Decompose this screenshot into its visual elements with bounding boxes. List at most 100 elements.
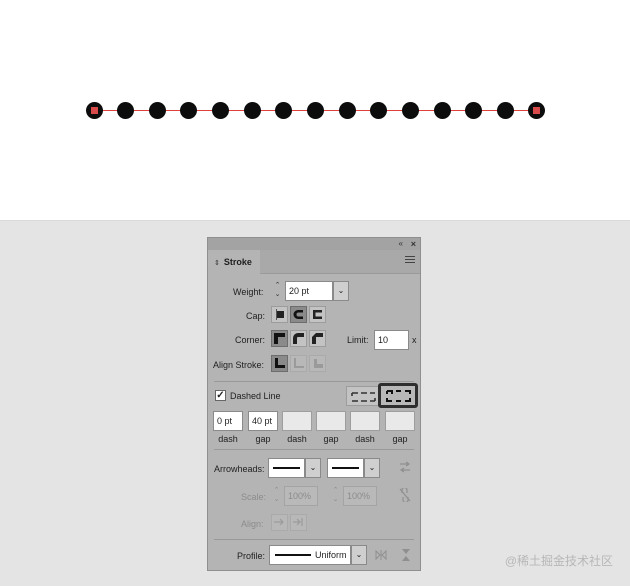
- panel-menu-icon[interactable]: [405, 256, 415, 264]
- expand-options-icon[interactable]: ⇕: [214, 260, 220, 267]
- scale-start-stepper[interactable]: ⌃ ⌄: [271, 486, 282, 506]
- dot-7: [275, 102, 292, 119]
- butt-cap-button[interactable]: [271, 306, 288, 323]
- dot-2: [117, 102, 134, 119]
- dot-3: [149, 102, 166, 119]
- align-inside-icon: [294, 358, 304, 368]
- bevel-join-icon: [312, 333, 323, 344]
- flip-along-icon[interactable]: [375, 549, 387, 561]
- close-icon[interactable]: ×: [411, 238, 416, 250]
- dot-1: [86, 102, 103, 119]
- align-dashes-icon: [386, 390, 411, 402]
- weight-stepper[interactable]: ⌃ ⌄: [272, 281, 283, 301]
- align-stroke-inside-button[interactable]: [290, 355, 307, 372]
- limit-input[interactable]: 10: [374, 330, 409, 350]
- projecting-cap-icon: [313, 310, 322, 319]
- arrow-tip-at-end-button[interactable]: [290, 514, 307, 531]
- scale-start-input[interactable]: 100%: [284, 486, 318, 506]
- arrow-tip-beyond-end-button[interactable]: [271, 514, 288, 531]
- dot-6: [244, 102, 261, 119]
- align-dashes-to-corners-button[interactable]: [378, 383, 418, 408]
- miter-join-icon: [274, 333, 285, 344]
- arrow-beyond-icon: [274, 518, 284, 526]
- artboard-canvas[interactable]: [0, 0, 630, 221]
- dot-14: [497, 102, 514, 119]
- dashed-line-label: Dashed Line: [230, 391, 281, 401]
- profile-select[interactable]: Uniform: [269, 545, 351, 565]
- dashed-line-checkbox[interactable]: ✓: [215, 390, 226, 401]
- limit-unit: x: [412, 335, 417, 345]
- start-arrowhead-dropdown-button[interactable]: ⌄: [305, 458, 321, 478]
- profile-dropdown-button[interactable]: ⌄: [351, 545, 367, 565]
- dot-8: [307, 102, 324, 119]
- corner-label: Corner:: [235, 335, 266, 345]
- collapse-icon[interactable]: «: [399, 238, 403, 250]
- butt-cap-icon: [276, 309, 284, 320]
- anchor-point-end[interactable]: [533, 107, 540, 114]
- dot-11: [402, 102, 419, 119]
- align-stroke-label: Align Stroke:: [213, 360, 265, 370]
- round-cap-icon: [293, 310, 303, 319]
- scale-end-input[interactable]: 100%: [343, 486, 377, 506]
- weight-dropdown-button[interactable]: ⌄: [333, 281, 349, 301]
- panel-titlebar[interactable]: « ×: [208, 238, 420, 250]
- watermark: @稀土掘金技术社区: [504, 554, 613, 568]
- bevel-join-button[interactable]: [309, 330, 326, 347]
- dash-2-input[interactable]: [282, 411, 312, 431]
- profile-value: Uniform: [315, 550, 347, 560]
- end-arrowhead-dropdown-button[interactable]: ⌄: [364, 458, 380, 478]
- weight-label: Weight:: [233, 287, 264, 297]
- profile-label: Profile:: [237, 551, 266, 561]
- separator: [214, 449, 414, 450]
- dot-13: [465, 102, 482, 119]
- swap-arrowheads-icon[interactable]: [399, 461, 411, 473]
- align-outside-icon: [314, 359, 323, 368]
- line-preview: [273, 467, 300, 469]
- end-arrowhead-select[interactable]: [327, 458, 364, 478]
- gap-1-label: gap: [255, 434, 271, 444]
- stroke-panel: « × ⇕ Stroke Weight: ⌃ ⌄ 20 pt ⌄ Cap: Corn…: [207, 237, 421, 571]
- separator: [214, 381, 414, 382]
- dash-3-input[interactable]: [350, 411, 380, 431]
- gap-3-input[interactable]: [385, 411, 415, 431]
- dot-4: [180, 102, 197, 119]
- panel-tabstrip: ⇕ Stroke: [208, 250, 420, 274]
- anchor-point-start[interactable]: [91, 107, 98, 114]
- align-center-icon: [275, 358, 285, 368]
- round-join-icon: [293, 333, 304, 344]
- limit-label: Limit:: [347, 335, 369, 345]
- miter-join-button[interactable]: [271, 330, 288, 347]
- projecting-cap-button[interactable]: [309, 306, 326, 323]
- gap-2-label: gap: [323, 434, 339, 444]
- profile-preview: [275, 554, 311, 556]
- scale-end-stepper[interactable]: ⌃ ⌄: [330, 486, 341, 506]
- align-stroke-outside-button[interactable]: [309, 355, 326, 372]
- round-join-button[interactable]: [290, 330, 307, 347]
- dot-10: [370, 102, 387, 119]
- dash-3-label: dash: [355, 434, 375, 444]
- preserve-dash-lengths-button[interactable]: [346, 386, 379, 406]
- align-label: Align:: [241, 519, 264, 529]
- preserve-dashes-icon: [351, 392, 376, 402]
- tab-stroke-label: Stroke: [223, 257, 252, 267]
- round-cap-button[interactable]: [290, 306, 307, 323]
- tab-stroke[interactable]: ⇕ Stroke: [208, 250, 260, 274]
- dash-1-input[interactable]: 0 pt: [213, 411, 243, 431]
- separator: [214, 539, 414, 540]
- dot-9: [339, 102, 356, 119]
- flip-across-icon[interactable]: [400, 548, 412, 562]
- start-arrowhead-select[interactable]: [268, 458, 305, 478]
- dash-1-label: dash: [218, 434, 238, 444]
- gap-2-input[interactable]: [316, 411, 346, 431]
- dash-2-label: dash: [287, 434, 307, 444]
- dot-5: [212, 102, 229, 119]
- dot-12: [434, 102, 451, 119]
- link-scale-icon[interactable]: [399, 488, 411, 502]
- gap-1-input[interactable]: 40 pt: [248, 411, 278, 431]
- line-preview: [332, 467, 359, 469]
- scale-label: Scale:: [241, 492, 267, 502]
- dot-15: [528, 102, 545, 119]
- align-stroke-center-button[interactable]: [271, 355, 288, 372]
- gap-3-label: gap: [392, 434, 408, 444]
- weight-input[interactable]: 20 pt: [285, 281, 333, 301]
